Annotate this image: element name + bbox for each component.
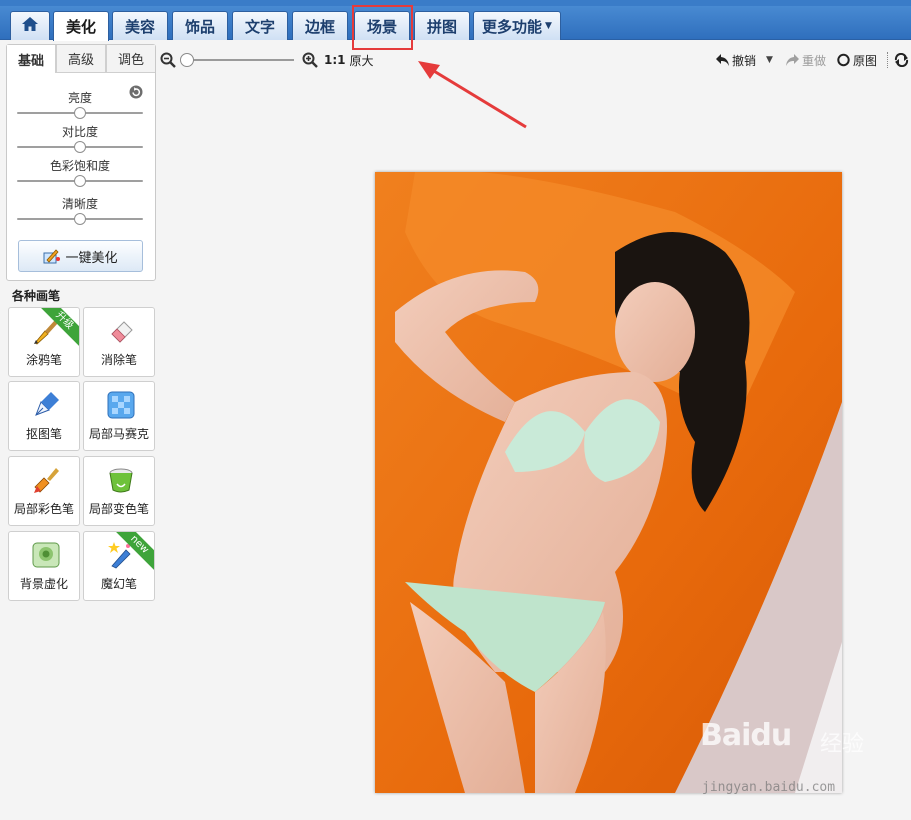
tab-collage[interactable]: 拼图 (414, 11, 470, 40)
paint-bucket-icon (109, 468, 133, 493)
brushes-section-title: 各种画笔 (12, 289, 61, 303)
tab-basic[interactable]: 基础 (7, 45, 56, 73)
saturation-label: 色彩饱和度 (49, 159, 110, 173)
photo-canvas[interactable] (375, 172, 842, 793)
zoom-slider[interactable] (180, 53, 298, 67)
undo-icon (716, 54, 730, 66)
home-tab[interactable] (10, 11, 50, 40)
sharpness-slider[interactable] (17, 213, 143, 225)
eraser-brush-label: 消除笔 (100, 353, 137, 367)
recolor-brush-label: 局部变色笔 (88, 502, 149, 516)
pen-nib-icon (35, 392, 59, 416)
recolor-brush-button[interactable]: 局部变色笔 (83, 456, 155, 526)
background-blur-label: 背景虚化 (19, 577, 68, 591)
eraser-icon (111, 321, 133, 343)
history-toolbar: 撤销 ▼ 重做 原图 (715, 46, 911, 74)
tab-advanced[interactable]: 高级 (56, 45, 106, 73)
redo-icon (785, 54, 799, 66)
redo-button[interactable]: 重做 (785, 52, 826, 69)
original-circle-icon (837, 53, 850, 67)
eraser-brush-button[interactable]: 消除笔 (83, 307, 155, 377)
magic-brush-icon (43, 249, 61, 264)
actual-size-button[interactable]: 原大 (350, 52, 374, 69)
zoom-slider-thumb[interactable] (180, 53, 194, 67)
tab-beautify[interactable]: 美化 (53, 11, 109, 41)
contrast-slider[interactable] (17, 141, 143, 153)
zoom-out-icon[interactable] (160, 52, 176, 68)
tab-text[interactable]: 文字 (232, 11, 288, 40)
color-brush-label: 局部彩色笔 (13, 502, 74, 516)
background-blur-button[interactable]: 背景虚化 (8, 531, 80, 601)
cutout-brush-button[interactable]: 抠图笔 (8, 381, 80, 451)
one-click-beautify-button[interactable]: 一键美化 (18, 240, 143, 272)
zoom-in-icon[interactable] (302, 52, 318, 68)
toolbar-divider (887, 52, 888, 68)
tab-frame[interactable]: 边框 (292, 11, 348, 40)
tab-accessories[interactable]: 饰品 (172, 11, 228, 40)
saturation-control: 色彩饱和度 (17, 159, 143, 187)
color-brush-button[interactable]: 局部彩色笔 (8, 456, 80, 526)
edited-photo (375, 172, 842, 793)
basic-adjust-panel: 基础 高级 调色 亮度 对比度 色彩饱和度 清晰度 一键美化 (6, 44, 156, 281)
magic-brush-button[interactable]: new 魔幻笔 (83, 531, 155, 601)
annotation-arrow (418, 61, 527, 129)
saturation-thumb[interactable] (74, 175, 86, 187)
title-strip (0, 0, 911, 6)
main-tab-bar: 美化 美容 饰品 文字 边框 场景 拼图 更多功能 ▼ (0, 0, 911, 41)
undo-dropdown-icon[interactable]: ▼ (766, 55, 773, 65)
zoom-toolbar: 1:1 原大 (160, 46, 374, 74)
home-icon (21, 16, 39, 36)
brightness-label: 亮度 (67, 91, 92, 105)
rotate-button[interactable] (894, 53, 911, 67)
paint-brush-icon (34, 468, 59, 493)
brightness-slider[interactable] (17, 107, 143, 119)
caret-down-icon: ▼ (545, 21, 552, 31)
magic-brush-label: 魔幻笔 (100, 577, 137, 591)
doodle-brush-button[interactable]: 升级 涂鸦笔 (8, 307, 80, 377)
rotate-icon (894, 53, 909, 67)
contrast-thumb[interactable] (74, 141, 86, 153)
tab-scene[interactable]: 场景 (354, 11, 410, 40)
tab-color-tone[interactable]: 调色 (106, 45, 155, 73)
mosaic-icon (107, 391, 135, 419)
sharpness-thumb[interactable] (74, 213, 86, 225)
sharpness-label: 清晰度 (61, 197, 98, 211)
cutout-brush-label: 抠图笔 (25, 427, 62, 441)
zoom-slider-track (184, 59, 294, 61)
zoom-ratio-button[interactable]: 1:1 (324, 53, 346, 67)
undo-button[interactable]: 撤销 (715, 52, 756, 69)
contrast-label: 对比度 (61, 125, 98, 139)
tab-more-functions[interactable]: 更多功能 ▼ (473, 11, 561, 40)
contrast-control: 对比度 (17, 125, 143, 153)
original-image-button[interactable]: 原图 (836, 52, 877, 69)
mosaic-brush-button[interactable]: 局部马赛克 (83, 381, 155, 451)
brightness-thumb[interactable] (74, 107, 86, 119)
doodle-brush-label: 涂鸦笔 (25, 353, 62, 367)
blur-icon (32, 542, 60, 568)
saturation-slider[interactable] (17, 175, 143, 187)
tab-facial[interactable]: 美容 (112, 11, 168, 40)
adjust-tabs: 基础 高级 调色 (7, 45, 155, 73)
mosaic-brush-label: 局部马赛克 (88, 427, 149, 441)
brightness-control: 亮度 (17, 91, 143, 119)
sharpness-control: 清晰度 (17, 197, 143, 225)
